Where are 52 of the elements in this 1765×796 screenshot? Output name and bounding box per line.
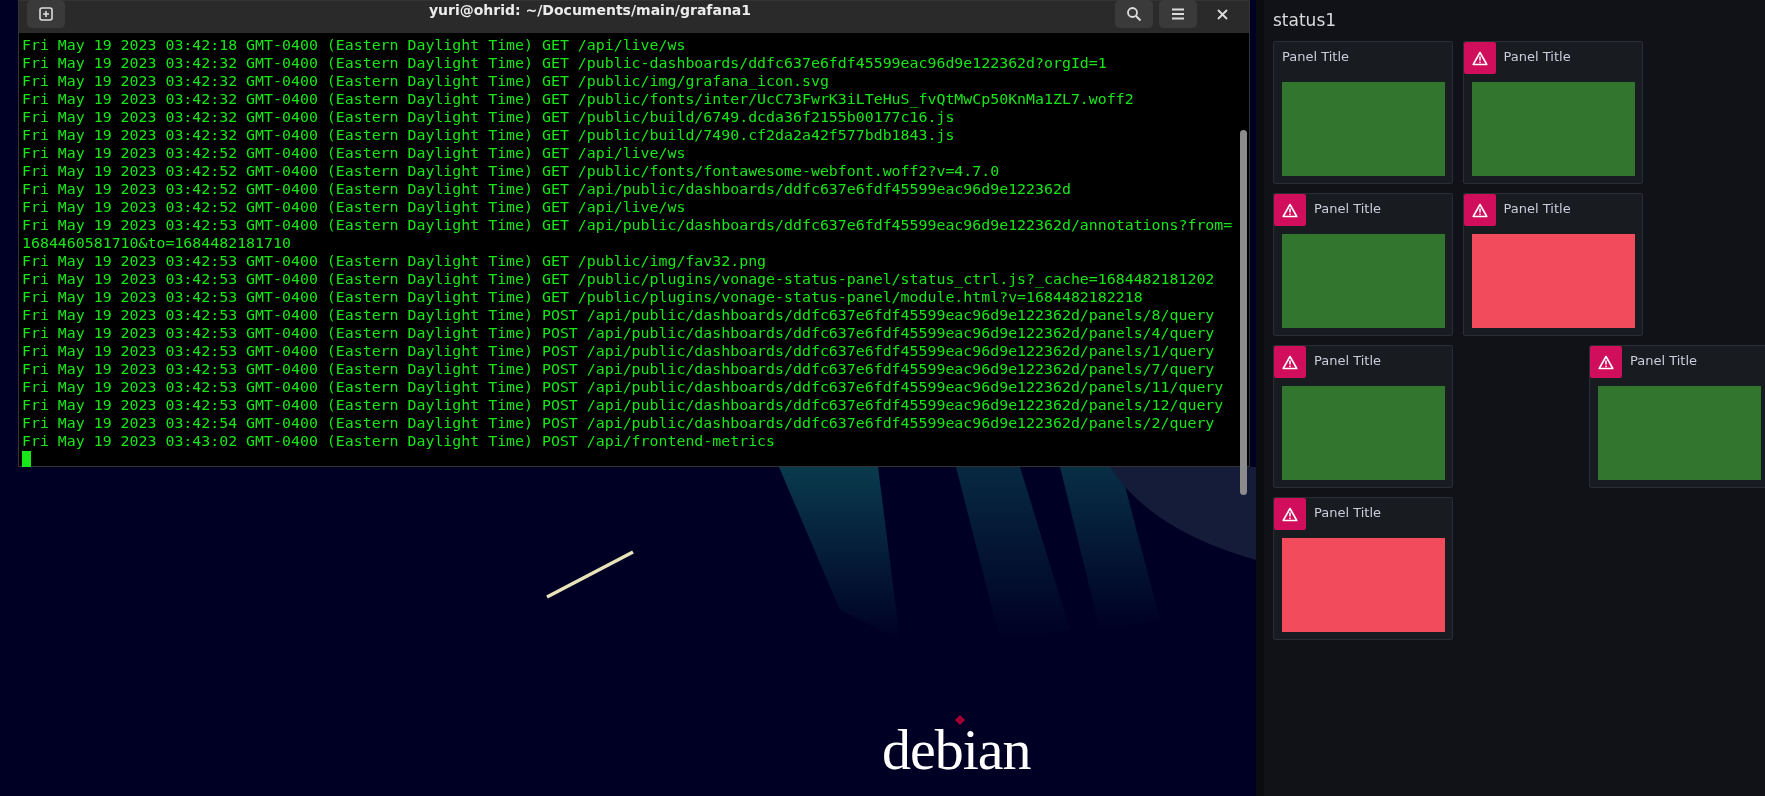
log-line: Fri May 19 2023 03:42:52 GMT-0400 (Eastern Daylight Time) GET /api/live/ws [22,144,686,162]
warning-icon [1597,354,1614,370]
text-cursor [22,451,31,467]
log-line: Fri May 19 2023 03:42:54 GMT-0400 (Eastern Daylight Time) POST /api/public/dashboards/ddfc637e6fdf45599eac96d9e122362d/panels/2/query [22,414,1215,432]
log-line: Fri May 19 2023 03:42:53 GMT-0400 (Eastern Daylight Time) POST /api/public/dashboards/ddfc637e6fdf45599eac96d9e122362d/panels/12/query [22,396,1224,414]
log-line: Fri May 19 2023 03:42:53 GMT-0400 (Eastern Daylight Time) GET /public/img/fav32.png [22,252,767,270]
panel-title: Panel Title [1629,353,1697,368]
warning-icon [1282,506,1298,522]
warning-icon [1282,354,1298,370]
alert-badge[interactable] [1589,346,1622,378]
log-line: Fri May 19 2023 03:42:53 GMT-0400 (Eastern Daylight Time) POST /api/public/dashboards/ddfc637e6fdf45599eac96d9e122362d/panels/8/query [22,306,1215,324]
menu-icon [1171,8,1185,20]
log-line: Fri May 19 2023 03:42:53 GMT-0400 (Eastern Daylight Time) GET /api/public/dashboards/ddfc637e6fdf45599eac96d9e122362d/annotations?from= [22,216,1233,234]
log-line: Fri May 19 2023 03:43:02 GMT-0400 (Eastern Daylight Time) POST /api/frontend-metrics [22,432,776,450]
log-line: Fri May 19 2023 03:42:52 GMT-0400 (Eastern Daylight Time) GET /api/public/dashboards/ddfc637e6fdf45599eac96d9e122362d [22,180,1071,198]
log-line: Fri May 19 2023 03:42:53 GMT-0400 (Eastern Daylight Time) POST /api/public/dashboards/ddfc637e6fdf45599eac96d9e122362d/panels/1/query [22,342,1215,360]
log-line: Fri May 19 2023 03:42:32 GMT-0400 (Eastern Daylight Time) GET /public-dashboards/ddfc637e6fdf45599eac96d9e122362d?orgId=1 [22,54,1107,72]
log-line: Fri May 19 2023 03:42:32 GMT-0400 (Eastern Daylight Time) GET /public/build/7490.cf2da2a42f577bdb1843.js [22,126,955,144]
log-line: Fri May 19 2023 03:42:53 GMT-0400 (Eastern Daylight Time) GET /public/plugins/vonage-status-panel/module.html?v=1684482182218 [22,288,1143,306]
panel-title: Panel Title [1282,49,1350,64]
menu-button[interactable] [1159,0,1197,28]
window-title: yuri@ohrid: ~/Documents/main/grafana1 [427,2,753,18]
alert-badge[interactable] [1463,194,1496,226]
dashboard-title: status1 [1273,10,1337,30]
log-line: Fri May 19 2023 03:42:18 GMT-0400 (Eastern Daylight Time) GET /api/live/ws [22,36,686,54]
plus-square-icon [38,6,54,22]
search-icon [1126,6,1142,22]
log-line: Fri May 19 2023 03:42:52 GMT-0400 (Eastern Daylight Time) GET /api/live/ws [22,198,686,216]
log-line: Fri May 19 2023 03:42:53 GMT-0400 (Eastern Daylight Time) GET /public/plugins/vonage-status-panel/status_ctrl.js?_cache=1684482181202 [22,270,1215,288]
log-line: Fri May 19 2023 03:42:53 GMT-0400 (Eastern Daylight Time) POST /api/public/dashboards/ddfc637e6fdf45599eac96d9e122362d/panels/4/query [22,324,1215,342]
warning-icon [1282,202,1298,218]
panel-title: Panel Title [1503,201,1571,216]
log-line: Fri May 19 2023 03:42:32 GMT-0400 (Eastern Daylight Time) GET /public/img/grafana_icon.svg [22,72,829,90]
panel-title: Panel Title [1314,353,1382,368]
warning-icon [1471,50,1488,66]
scrollbar-thumb[interactable] [1239,130,1247,495]
panel-title: Panel Title [1314,505,1382,520]
log-line: Fri May 19 2023 03:42:32 GMT-0400 (Eastern Daylight Time) GET /public/build/6749.dcda36f2155b00177c16.js [22,108,955,126]
new-tab-button[interactable] [27,0,65,28]
close-icon [1216,8,1228,20]
panel-title: Panel Title [1503,49,1571,64]
log-line: Fri May 19 2023 03:42:32 GMT-0400 (Eastern Daylight Time) GET /public/fonts/inter/UcC73FwrK3iLTeHuS_fvQtMwCp50KnMa1ZL7.woff2 [22,90,1134,108]
log-line: 1684460581710&to=1684482181710 [22,234,291,252]
logo-text: debian [882,728,1031,772]
log-line: Fri May 19 2023 03:42:53 GMT-0400 (Eastern Daylight Time) POST /api/public/dashboards/ddfc637e6fdf45599eac96d9e122362d/panels/7/query [22,360,1215,378]
warning-icon [1471,202,1488,218]
log-line: Fri May 19 2023 03:42:52 GMT-0400 (Eastern Daylight Time) GET /public/fonts/fontawesome-webfont.woff2?v=4.7.0 [22,162,1000,180]
search-button[interactable] [1115,0,1153,28]
alert-badge[interactable] [1463,42,1496,74]
log-line: Fri May 19 2023 03:42:53 GMT-0400 (Eastern Daylight Time) POST /api/public/dashboards/ddfc637e6fdf45599eac96d9e122362d/panels/11/query [22,378,1224,396]
diamond-icon [955,715,965,725]
panel-title: Panel Title [1314,201,1382,216]
